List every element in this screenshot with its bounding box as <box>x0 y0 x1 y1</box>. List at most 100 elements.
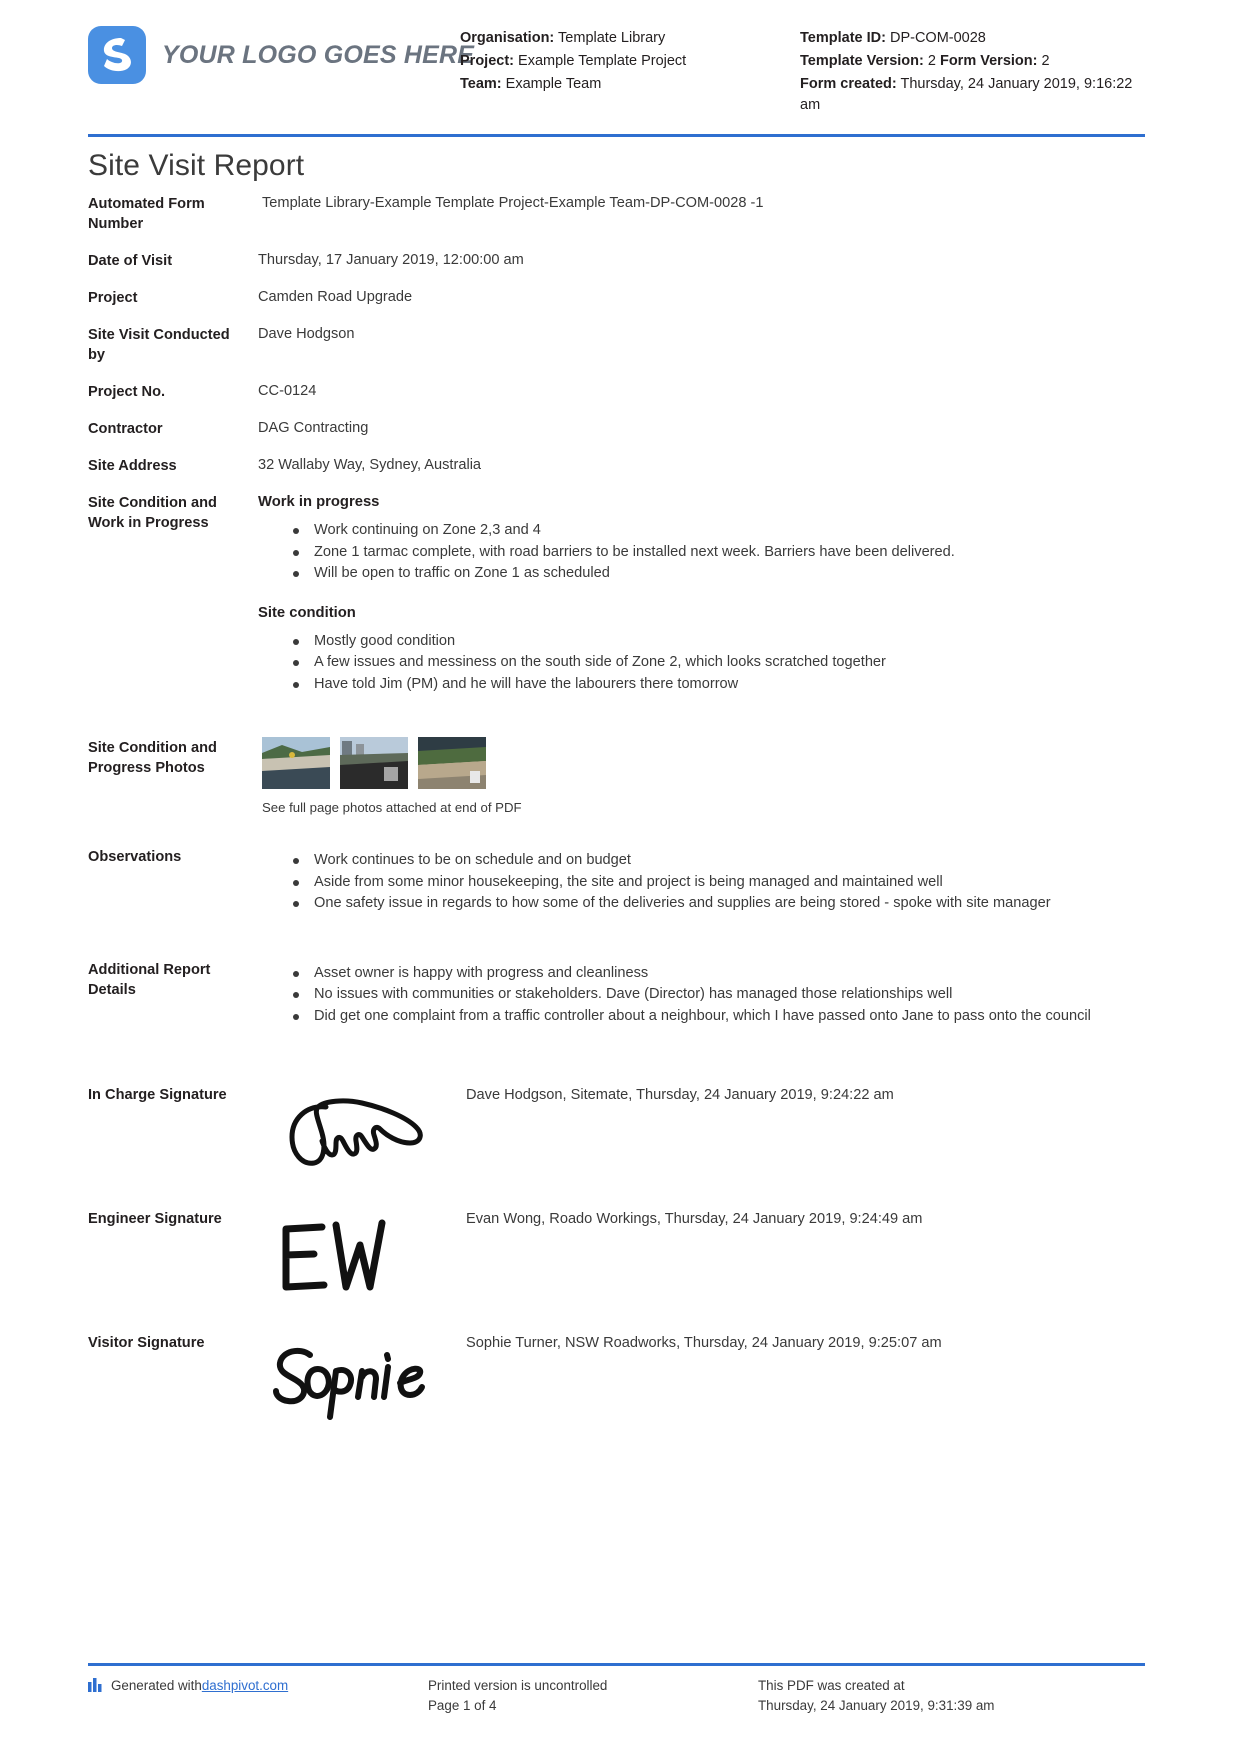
meta-form-version-value: 2 <box>1041 53 1050 69</box>
field-row-contractor: Contractor DAG Contracting <box>88 418 1145 439</box>
meta-template-id: Template ID: DP-COM-0028 <box>800 28 1145 49</box>
footer-divider <box>88 1663 1145 1666</box>
meta-versions: Template Version: 2 Form Version: 2 <box>800 51 1145 72</box>
field-value-photos: See full page photos attached at end of … <box>248 737 1145 818</box>
field-label: Contractor <box>88 421 163 437</box>
field-value: Dave Hodgson <box>258 326 355 342</box>
list-item: Aside from some minor housekeeping, the … <box>293 872 1145 893</box>
field-row-automated-form-number: Automated Form Number Template Library-E… <box>88 193 1145 234</box>
meta-form-version-label: Form Version: <box>939 53 1038 69</box>
field-label: Site Visit Conducted by <box>88 327 230 363</box>
signature-row-in-charge: In Charge Signature Dave Hodgson, Sitema… <box>88 1085 1145 1177</box>
logo-text: YOUR LOGO GOES HERE <box>162 40 475 69</box>
photo-thumbnail[interactable] <box>340 737 408 789</box>
list-item: Zone 1 tarmac complete, with road barrie… <box>293 542 1145 563</box>
field-row-site-condition-work: Site Condition and Work in Progress Work… <box>88 492 1145 695</box>
footer-created-value: Thursday, 24 January 2019, 9:31:39 am <box>758 1698 995 1713</box>
site-condition-heading: Site condition <box>258 604 356 621</box>
field-value: Template Library-Example Template Projec… <box>262 195 764 211</box>
signature-label: In Charge Signature <box>88 1087 227 1103</box>
signature-meta: Dave Hodgson, Sitemate, Thursday, 24 Jan… <box>466 1087 894 1103</box>
field-value: Thursday, 17 January 2019, 12:00:00 am <box>258 252 524 268</box>
bar-chart-icon <box>88 1676 104 1698</box>
field-label: Automated Form Number <box>88 196 205 232</box>
site-condition-list: Mostly good condition A few issues and m… <box>258 631 1145 695</box>
meta-project-label: Project: <box>460 53 514 69</box>
dashpivot-link[interactable]: dashpivot.com <box>202 1676 288 1696</box>
list-item: A few issues and messiness on the south … <box>293 652 1145 673</box>
logo-block: YOUR LOGO GOES HERE <box>88 18 474 84</box>
list-item: Work continues to be on schedule and on … <box>293 850 1145 871</box>
photo-thumbnail-gallery <box>258 737 1145 789</box>
field-label: Site Condition and Progress Photos <box>88 740 217 776</box>
signature-label: Engineer Signature <box>88 1211 222 1227</box>
field-value: 32 Wallaby Way, Sydney, Australia <box>258 457 482 473</box>
meta-project-value: Example Template Project <box>518 53 687 69</box>
page-title: Site Visit Report <box>88 149 305 182</box>
field-value: DAG Contracting <box>258 420 369 436</box>
signature-in-charge-image <box>248 1085 466 1177</box>
field-label: Site Address <box>88 458 177 474</box>
header-meta-left: Organisation: Template Library Project: … <box>460 18 800 97</box>
signature-visitor-image <box>248 1333 466 1425</box>
field-row-additional-report-details: Additional Report Details Asset owner is… <box>88 959 1145 1028</box>
field-label: Date of Visit <box>88 253 173 269</box>
field-row-project-no: Project No. CC-0124 <box>88 381 1145 402</box>
signature-row-visitor: Visitor Signature Sophie Turner, NSW Roa… <box>88 1333 1145 1425</box>
meta-organisation-label: Organisation: <box>460 30 555 46</box>
signature-label: Visitor Signature <box>88 1335 205 1351</box>
field-label: Project <box>88 290 138 306</box>
field-row-conducted-by: Site Visit Conducted by Dave Hodgson <box>88 324 1145 365</box>
meta-template-id-value: DP-COM-0028 <box>889 30 986 46</box>
document-body: Automated Form Number Template Library-E… <box>0 193 1240 1425</box>
list-item: Asset owner is happy with progress and c… <box>293 963 1145 984</box>
signature-row-engineer: Engineer Signature Evan Wong, Roado Work… <box>88 1209 1145 1301</box>
document-page: YOUR LOGO GOES HERE Organisation: Templa… <box>0 0 1240 1754</box>
field-label: Site Condition and Work in Progress <box>88 495 217 531</box>
footer-generated-with: Generated with dashpivot.com <box>88 1676 428 1716</box>
list-item: Work continuing on Zone 2,3 and 4 <box>293 520 1145 541</box>
field-label: Additional Report Details <box>88 961 211 998</box>
field-label: Project No. <box>88 384 166 400</box>
field-value-rich: Work continues to be on schedule and on … <box>248 846 1145 915</box>
footer-page-number: Page 1 of 4 <box>428 1698 497 1713</box>
meta-template-version-value: 2 <box>927 53 936 69</box>
photo-thumbnail[interactable] <box>262 737 330 789</box>
field-row-project: Project Camden Road Upgrade <box>88 287 1145 308</box>
footer-created-label: This PDF was created at <box>758 1678 905 1693</box>
field-value: Camden Road Upgrade <box>258 289 413 305</box>
meta-team-value: Example Team <box>505 76 602 92</box>
footer-uncontrolled-text: Printed version is uncontrolled <box>428 1678 608 1693</box>
field-row-photos: Site Condition and Progress Photos See f… <box>88 737 1145 818</box>
work-in-progress-list: Work continuing on Zone 2,3 and 4 Zone 1… <box>258 520 1145 584</box>
observations-list: Work continues to be on schedule and on … <box>258 850 1145 914</box>
meta-team-label: Team: <box>460 76 502 92</box>
meta-template-version-label: Template Version: <box>800 53 924 69</box>
list-item: Have told Jim (PM) and he will have the … <box>293 674 1145 695</box>
list-item: One safety issue in regards to how some … <box>293 893 1145 914</box>
field-row-site-address: Site Address 32 Wallaby Way, Sydney, Aus… <box>88 455 1145 476</box>
meta-team: Team: Example Team <box>460 74 800 95</box>
signature-meta: Sophie Turner, NSW Roadworks, Thursday, … <box>466 1335 942 1351</box>
footer-page-info: Printed version is uncontrolled Page 1 o… <box>428 1676 758 1716</box>
meta-form-created-label: Form created: <box>800 76 897 92</box>
footer-generated-prefix: Generated with <box>111 1678 202 1693</box>
work-in-progress-heading: Work in progress <box>258 494 380 510</box>
list-item: Did get one complaint from a traffic con… <box>293 1006 1145 1027</box>
field-row-date-of-visit: Date of Visit Thursday, 17 January 2019,… <box>88 250 1145 271</box>
field-label: Observations <box>88 849 182 865</box>
additional-report-details-list: Asset owner is happy with progress and c… <box>258 963 1145 1027</box>
list-item: Mostly good condition <box>293 631 1145 652</box>
field-row-observations: Observations Work continues to be on sch… <box>88 846 1145 915</box>
signature-engineer-image <box>248 1209 466 1301</box>
document-header: YOUR LOGO GOES HERE Organisation: Templa… <box>0 0 1240 128</box>
meta-organisation: Organisation: Template Library <box>460 28 800 49</box>
photo-thumbnail[interactable] <box>418 737 486 789</box>
